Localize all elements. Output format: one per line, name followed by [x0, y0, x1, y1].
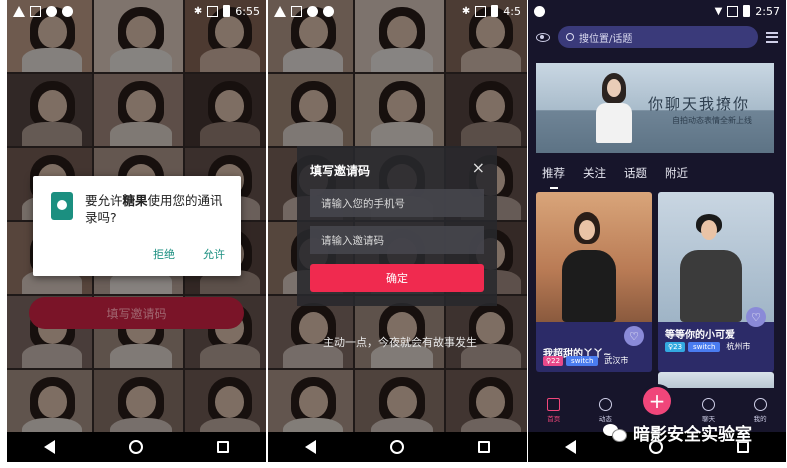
invite-code-input[interactable]: 请输入邀请码	[310, 226, 484, 254]
fill-invite-code-button[interactable]: 填写邀请码	[29, 297, 244, 329]
profile-photo	[536, 192, 652, 322]
nav-me[interactable]: 我的	[742, 397, 778, 423]
bluetooth-icon: ✱	[461, 5, 471, 17]
nav-moments[interactable]: 动态	[587, 397, 623, 423]
system-nav-bar	[268, 432, 527, 462]
invite-code-dialog: 填写邀请码 × 请输入您的手机号 请输入邀请码 确定	[297, 146, 497, 306]
permission-text-prefix: 要允许	[85, 193, 123, 208]
back-icon[interactable]	[564, 440, 576, 454]
status-time: 2:57	[755, 4, 780, 18]
permission-message: 要允许糖果使用您的通讯录吗?	[85, 192, 235, 226]
phone-number-input[interactable]: 请输入您的手机号	[310, 189, 484, 217]
warning-icon	[13, 5, 25, 17]
bluetooth-icon: ✱	[193, 5, 203, 17]
filter-icon[interactable]	[766, 31, 778, 43]
eye-icon[interactable]	[536, 32, 550, 42]
nav-home[interactable]: 首页	[536, 397, 572, 423]
image-icon	[30, 5, 41, 17]
chat-icon	[702, 397, 716, 411]
banner-subtitle: 自拍动态表情全新上线	[672, 116, 752, 125]
wechat-icon	[603, 423, 627, 442]
recents-icon[interactable]	[478, 441, 490, 453]
banner-model-body	[596, 103, 632, 143]
nav-home-label: 首页	[547, 414, 561, 423]
heart-icon[interactable]: ♡	[746, 307, 766, 327]
android-icon	[62, 5, 73, 17]
dialog-title: 填写邀请码	[310, 164, 371, 178]
allow-button[interactable]: 允许	[203, 246, 225, 262]
profile-icon	[753, 397, 767, 411]
nav-post[interactable]: +	[639, 387, 675, 415]
app-icon	[46, 5, 57, 17]
heart-icon[interactable]: ♡	[624, 326, 644, 346]
device-badge: switch	[688, 341, 721, 352]
city-label: 武汉市	[604, 356, 629, 365]
city-label: 杭州市	[726, 342, 751, 351]
nav-chat[interactable]: 聊天	[691, 397, 727, 423]
screenshot-stage: ✱ 6:55 要允许糖果使用您的通讯录吗? 拒绝 允许 填写邀请码 ✱ 4:5 …	[0, 0, 787, 468]
profile-card[interactable]: ♡ 我超甜的丫丫~ ♀22 switch 武汉市	[536, 192, 652, 372]
status-bar: ✱ 6:55	[7, 0, 266, 22]
home-icon[interactable]	[390, 440, 404, 454]
tab-topics[interactable]: 话题	[624, 165, 647, 189]
tab-recommend[interactable]: 推荐	[542, 165, 565, 189]
status-time: 6:55	[235, 4, 260, 18]
battery-icon	[743, 5, 751, 17]
profile-card[interactable]: ♡ 等等你的小可爱 ♀23 switch 杭州市	[658, 192, 774, 372]
phone-screen-invite: ✱ 4:5 填写邀请码 × 请输入您的手机号 请输入邀请码 确定 主动一点，今夜…	[268, 0, 527, 462]
age-badge: ♀23	[665, 341, 686, 352]
permission-app-name: 糖果	[122, 193, 148, 208]
nav-me-label: 我的	[753, 414, 767, 423]
search-icon	[566, 33, 574, 41]
compass-icon	[598, 397, 612, 411]
watermark-text: 暗影安全实验室	[633, 425, 752, 445]
phone-screen-permission: ✱ 6:55 要允许糖果使用您的通讯录吗? 拒绝 允许 填写邀请码	[7, 0, 266, 462]
profile-name: 等等你的小可爱	[665, 330, 735, 341]
no-sim-icon	[475, 5, 487, 17]
tab-following[interactable]: 关注	[583, 165, 606, 189]
plus-icon: +	[642, 387, 671, 415]
search-input[interactable]: 搜位置/话题	[558, 26, 758, 48]
deny-button[interactable]: 拒绝	[153, 246, 175, 262]
status-bar: ▼ 2:57	[528, 0, 786, 22]
device-badge: switch	[566, 355, 599, 366]
feed-tabs: 推荐 关注 话题 附近	[542, 165, 688, 189]
image-icon	[291, 5, 302, 17]
wifi-icon: ▼	[714, 5, 723, 17]
battery-icon	[223, 5, 231, 17]
back-icon[interactable]	[44, 440, 55, 454]
search-placeholder: 搜位置/话题	[579, 33, 633, 45]
status-time: 4:5	[503, 4, 521, 18]
system-nav-bar	[7, 432, 266, 462]
battery-icon	[491, 5, 499, 17]
promo-banner[interactable]: 你聊天我撩你 自拍动态表情全新上线	[536, 63, 774, 153]
phone-screen-home: ▼ 2:57 搜位置/话题 你聊天我撩你 自拍动态表情全新上线 推荐 关注 话题…	[528, 0, 786, 462]
app-icon	[307, 5, 318, 17]
status-bar: ✱ 4:5	[268, 0, 527, 22]
no-sim-icon	[207, 5, 219, 17]
top-bar: 搜位置/话题	[528, 22, 786, 52]
android-icon	[323, 5, 334, 17]
tab-nearby[interactable]: 附近	[665, 165, 688, 189]
contacts-icon	[51, 192, 73, 220]
profile-tags: ♀22 switch 武汉市	[543, 355, 628, 366]
close-icon[interactable]: ×	[472, 158, 485, 177]
home-icon[interactable]	[129, 440, 143, 454]
watermark: 暗影安全实验室	[603, 420, 752, 445]
no-sim-icon	[727, 5, 739, 17]
banner-title: 你聊天我撩你	[647, 95, 750, 113]
tagline-text: 主动一点，今夜就会有故事发生	[323, 336, 477, 349]
banner-model-face	[607, 79, 621, 97]
recents-icon[interactable]	[217, 441, 229, 453]
back-icon[interactable]	[305, 440, 316, 454]
profile-photo	[658, 192, 774, 322]
age-badge: ♀22	[543, 355, 564, 366]
contacts-permission-dialog: 要允许糖果使用您的通讯录吗? 拒绝 允许	[33, 176, 241, 276]
home-icon	[547, 397, 561, 411]
profile-tags: ♀23 switch 杭州市	[665, 341, 750, 352]
confirm-button[interactable]: 确定	[310, 264, 484, 292]
warning-icon	[274, 5, 286, 17]
android-icon	[534, 5, 545, 17]
